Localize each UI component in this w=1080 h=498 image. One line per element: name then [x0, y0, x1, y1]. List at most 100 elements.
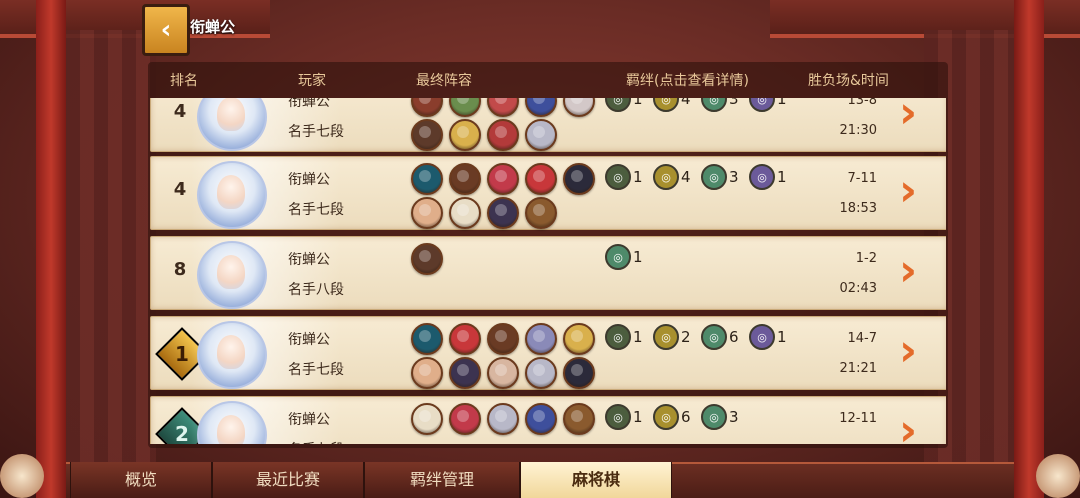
- bond-icon: ◎: [653, 404, 679, 430]
- chevron-left-icon: ‹: [160, 15, 172, 45]
- match-row[interactable]: 4 衔蝉公 名手七段 ◎ 1 ◎ 4 ◎ 3 ◎ 1 13-8 21:30 ›: [150, 98, 946, 152]
- shikigami-icon[interactable]: [411, 197, 443, 229]
- tab-overview[interactable]: 概览: [70, 462, 212, 498]
- shikigami-icon[interactable]: [411, 163, 443, 195]
- bond-icon: ◎: [605, 244, 631, 270]
- bond-item[interactable]: ◎ 1: [605, 244, 643, 270]
- bond-count: 6: [681, 408, 691, 426]
- bond-item[interactable]: ◎ 1: [605, 98, 643, 112]
- player-avatar[interactable]: [197, 161, 267, 229]
- shikigami-icon[interactable]: [525, 163, 557, 195]
- player-name: 衔蝉公: [288, 98, 330, 110]
- chevron-right-icon[interactable]: ›: [899, 169, 939, 215]
- bond-item[interactable]: ◎ 1: [749, 324, 787, 350]
- bond-item[interactable]: ◎ 3: [701, 98, 739, 112]
- player-avatar[interactable]: [197, 241, 267, 309]
- bond-item[interactable]: ◎ 1: [605, 324, 643, 350]
- shikigami-icon[interactable]: [563, 323, 595, 355]
- bond-icon: ◎: [701, 324, 727, 350]
- tab-recent-matches[interactable]: 最近比赛: [212, 462, 364, 498]
- bond-count: 3: [729, 168, 739, 186]
- win-loss: 7-11: [847, 171, 877, 186]
- shikigami-icon[interactable]: [563, 98, 595, 117]
- shikigami-icon[interactable]: [487, 403, 519, 435]
- rank-number: 2: [175, 421, 189, 444]
- shikigami-icon[interactable]: [487, 119, 519, 151]
- shikigami-icon[interactable]: [563, 357, 595, 389]
- bond-count: 6: [729, 328, 739, 346]
- bond-item[interactable]: ◎ 2: [653, 324, 691, 350]
- shikigami-icon[interactable]: [449, 357, 481, 389]
- shikigami-icon[interactable]: [487, 323, 519, 355]
- pillar-left: [36, 0, 66, 498]
- match-row[interactable]: 2衔蝉公名手七段◎1◎6◎312-11›: [150, 396, 946, 444]
- bond-icon: ◎: [605, 98, 631, 112]
- bond-item[interactable]: ◎ 1: [749, 98, 787, 112]
- match-row[interactable]: 8 衔蝉公 名手八段 ◎ 1 1-2 02:43 ›: [150, 236, 946, 310]
- shikigami-icon[interactable]: [449, 163, 481, 195]
- shikigami-icon[interactable]: [487, 197, 519, 229]
- tab-bond-management[interactable]: 羁绊管理: [364, 462, 520, 498]
- match-list[interactable]: 4 衔蝉公 名手七段 ◎ 1 ◎ 4 ◎ 3 ◎ 1 13-8 21:30 › 4 衔蝉公 名手七段 ◎ 1 ◎ 4 ◎ 3…: [150, 98, 946, 444]
- shikigami-icon[interactable]: [411, 98, 443, 117]
- bond-icon: ◎: [701, 404, 727, 430]
- match-row[interactable]: 4 衔蝉公 名手七段 ◎ 1 ◎ 4 ◎ 3 ◎ 1 7-11 18:53 ›: [150, 156, 946, 230]
- shikigami-icon[interactable]: [411, 243, 443, 275]
- player-level: 名手八段: [288, 282, 344, 298]
- bond-item[interactable]: ◎ 6: [701, 324, 739, 350]
- shikigami-icon[interactable]: [563, 163, 595, 195]
- shikigami-icon[interactable]: [411, 403, 443, 435]
- chevron-right-icon[interactable]: ›: [899, 329, 939, 375]
- bond-icon: ◎: [605, 404, 631, 430]
- table-header: 排名 玩家 最终阵容 羁绊(点击查看详情) 胜负场&时间: [148, 64, 948, 94]
- shikigami-icon[interactable]: [525, 119, 557, 151]
- player-level: 名手七段: [288, 439, 344, 444]
- bond-item[interactable]: ◎ 6: [653, 404, 691, 430]
- bond-count: 1: [633, 168, 643, 186]
- bond-count: 3: [729, 98, 739, 108]
- shikigami-icon[interactable]: [487, 357, 519, 389]
- shikigami-icon[interactable]: [449, 98, 481, 117]
- bond-item[interactable]: ◎ 1: [605, 164, 643, 190]
- shikigami-icon[interactable]: [525, 357, 557, 389]
- shikigami-icon[interactable]: [411, 357, 443, 389]
- bond-item[interactable]: ◎ 1: [749, 164, 787, 190]
- bond-icon: ◎: [605, 324, 631, 350]
- win-loss: 13-8: [847, 98, 877, 108]
- bond-icon: ◎: [653, 324, 679, 350]
- shikigami-icon[interactable]: [449, 403, 481, 435]
- tab-mahjong-chess[interactable]: 麻将棋: [520, 462, 672, 498]
- shikigami-icon[interactable]: [411, 323, 443, 355]
- rank-number: 1: [175, 341, 189, 366]
- player-avatar[interactable]: [197, 321, 267, 389]
- shikigami-icon[interactable]: [449, 323, 481, 355]
- bond-item[interactable]: ◎ 4: [653, 164, 691, 190]
- shikigami-icon[interactable]: [525, 403, 557, 435]
- header-player: 玩家: [298, 73, 326, 89]
- bond-icon: ◎: [701, 164, 727, 190]
- player-name: 衔蝉公: [288, 412, 330, 428]
- bond-item[interactable]: ◎ 3: [701, 164, 739, 190]
- shikigami-icon[interactable]: [525, 197, 557, 229]
- shikigami-icon[interactable]: [563, 403, 595, 435]
- bond-item[interactable]: ◎ 1: [605, 404, 643, 430]
- back-button[interactable]: ‹: [142, 4, 190, 56]
- bond-icon: ◎: [605, 164, 631, 190]
- bond-count: 3: [729, 408, 739, 426]
- chevron-right-icon[interactable]: ›: [899, 409, 939, 445]
- bond-count: 1: [633, 98, 643, 108]
- chevron-right-icon[interactable]: ›: [899, 98, 939, 137]
- shikigami-icon[interactable]: [487, 163, 519, 195]
- bond-item[interactable]: ◎ 4: [653, 98, 691, 112]
- shikigami-icon[interactable]: [449, 197, 481, 229]
- shikigami-icon[interactable]: [449, 119, 481, 151]
- match-row[interactable]: 1 衔蝉公 名手七段 ◎ 1 ◎ 2 ◎ 6 ◎ 1 14-7 21:21 ›: [150, 316, 946, 390]
- shikigami-icon[interactable]: [525, 98, 557, 117]
- shikigami-icon[interactable]: [525, 323, 557, 355]
- bond-item[interactable]: ◎ 3: [701, 404, 739, 430]
- chevron-right-icon[interactable]: ›: [899, 249, 939, 295]
- shikigami-icon[interactable]: [487, 98, 519, 117]
- bond-count: 1: [633, 408, 643, 426]
- shikigami-icon[interactable]: [411, 119, 443, 151]
- bond-count: 1: [633, 328, 643, 346]
